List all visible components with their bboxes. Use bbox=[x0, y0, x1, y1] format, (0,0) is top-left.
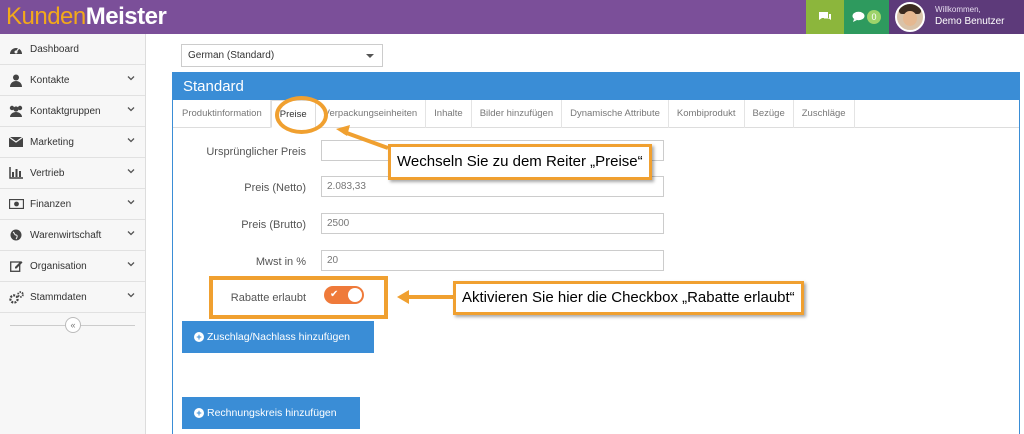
sidebar-item-label: Finanzen bbox=[30, 198, 72, 210]
tab-bilder-hinzufuegen[interactable]: Bilder hinzufügen bbox=[472, 100, 563, 128]
money-icon bbox=[8, 197, 24, 211]
add-billing-group-label: Rechnungskreis hinzufügen bbox=[207, 407, 337, 419]
tab-hint-callout: Wechseln Sie zu dem Reiter „Preise“ bbox=[388, 144, 652, 180]
sidebar-item-label: Vertrieb bbox=[30, 167, 65, 179]
sidebar-item-label: Dashboard bbox=[30, 43, 79, 55]
sidebar-collapse-row: « bbox=[0, 313, 145, 339]
chat-button[interactable] bbox=[806, 0, 844, 34]
tab-highlight-circle bbox=[275, 96, 328, 134]
sidebar-item-label: Kontaktgruppen bbox=[30, 105, 101, 117]
sidebar-item-label: Stammdaten bbox=[30, 291, 87, 303]
plus-circle-icon: + bbox=[194, 408, 204, 418]
language-select-value: German (Standard) bbox=[188, 50, 275, 61]
avatar bbox=[895, 2, 925, 32]
tab-zuschlaege[interactable]: Zuschläge bbox=[794, 100, 855, 128]
logo-part-kunden: Kunden bbox=[6, 3, 86, 30]
edit-icon bbox=[8, 259, 24, 273]
chevron-down-icon bbox=[127, 169, 135, 174]
sidebar-item-kontaktgruppen[interactable]: Kontaktgruppen bbox=[0, 96, 145, 127]
tab-verpackungseinheiten[interactable]: Verpackungseinheiten bbox=[316, 100, 427, 128]
user-menu[interactable]: Willkommen, Demo Benutzer bbox=[889, 0, 1024, 34]
welcome-text: Willkommen, bbox=[935, 5, 981, 14]
envelope-icon bbox=[8, 135, 24, 149]
chevron-down-icon bbox=[127, 231, 135, 236]
tab-bezuege[interactable]: Bezüge bbox=[745, 100, 794, 128]
top-bar: KundenMeister 0 Willkommen, Demo Benutze… bbox=[0, 0, 1024, 34]
globe-icon bbox=[8, 228, 24, 242]
net-price-label: Preis (Netto) bbox=[244, 182, 306, 194]
sidebar-item-finanzen[interactable]: Finanzen bbox=[0, 189, 145, 220]
sidebar-item-vertrieb[interactable]: Vertrieb bbox=[0, 158, 145, 189]
dashboard-icon bbox=[8, 42, 24, 56]
caret-down-icon bbox=[366, 54, 374, 58]
chevron-down-icon bbox=[127, 76, 135, 81]
logo[interactable]: KundenMeister bbox=[6, 3, 167, 31]
vat-input[interactable]: 20 bbox=[321, 250, 664, 271]
tab-inhalte[interactable]: Inhalte bbox=[426, 100, 472, 128]
language-select[interactable]: German (Standard) bbox=[181, 44, 383, 67]
add-surcharge-label: Zuschlag/Nachlass hinzufügen bbox=[207, 331, 351, 343]
tab-dynamische-attribute[interactable]: Dynamische Attribute bbox=[562, 100, 669, 128]
user-name: Demo Benutzer bbox=[935, 16, 1005, 27]
plus-circle-icon: + bbox=[194, 332, 204, 342]
sidebar-item-label: Warenwirtschaft bbox=[30, 229, 102, 241]
sidebar-item-label: Marketing bbox=[30, 136, 74, 148]
tab-kombiprodukt[interactable]: Kombiprodukt bbox=[669, 100, 745, 128]
chat-icon bbox=[819, 12, 831, 20]
sidebar-item-organisation[interactable]: Organisation bbox=[0, 251, 145, 282]
message-count-badge: 0 bbox=[867, 10, 881, 24]
chevron-down-icon bbox=[127, 138, 135, 143]
user-icon bbox=[8, 73, 24, 87]
chevron-down-icon bbox=[127, 107, 135, 112]
original-price-label: Ursprünglicher Preis bbox=[206, 146, 306, 158]
chevron-down-icon bbox=[127, 293, 135, 298]
sidebar-item-marketing[interactable]: Marketing bbox=[0, 127, 145, 158]
tab-produktinformation[interactable]: Produktinformation bbox=[174, 100, 271, 128]
checkbox-highlight-box bbox=[209, 276, 388, 319]
bar-chart-icon bbox=[8, 166, 24, 180]
sidebar-item-stammdaten[interactable]: Stammdaten bbox=[0, 282, 145, 313]
add-billing-group-button[interactable]: + Rechnungskreis hinzufügen bbox=[182, 397, 360, 429]
gross-price-label: Preis (Brutto) bbox=[241, 219, 306, 231]
cogs-icon bbox=[8, 290, 24, 304]
sidebar-item-kontakte[interactable]: Kontakte bbox=[0, 65, 145, 96]
sidebar-collapse-button[interactable]: « bbox=[65, 317, 81, 333]
chevron-down-icon bbox=[127, 262, 135, 267]
vat-label: Mwst in % bbox=[255, 256, 306, 268]
logo-part-meister: Meister bbox=[85, 3, 167, 30]
comment-icon bbox=[852, 11, 865, 22]
checkbox-hint-callout: Aktivieren Sie hier die Checkbox „Rabatt… bbox=[453, 281, 804, 315]
users-icon bbox=[8, 104, 24, 118]
sidebar: Dashboard Kontakte Kontaktgruppen Market… bbox=[0, 34, 146, 434]
messages-button[interactable]: 0 bbox=[844, 0, 889, 34]
gross-price-input[interactable]: 2500 bbox=[321, 213, 664, 234]
sidebar-item-label: Organisation bbox=[30, 260, 87, 272]
chevron-down-icon bbox=[127, 200, 135, 205]
sidebar-item-dashboard[interactable]: Dashboard bbox=[0, 34, 145, 65]
sidebar-item-label: Kontakte bbox=[30, 74, 70, 86]
add-surcharge-button[interactable]: + Zuschlag/Nachlass hinzufügen bbox=[182, 321, 374, 353]
sidebar-item-warenwirtschaft[interactable]: Warenwirtschaft bbox=[0, 220, 145, 251]
